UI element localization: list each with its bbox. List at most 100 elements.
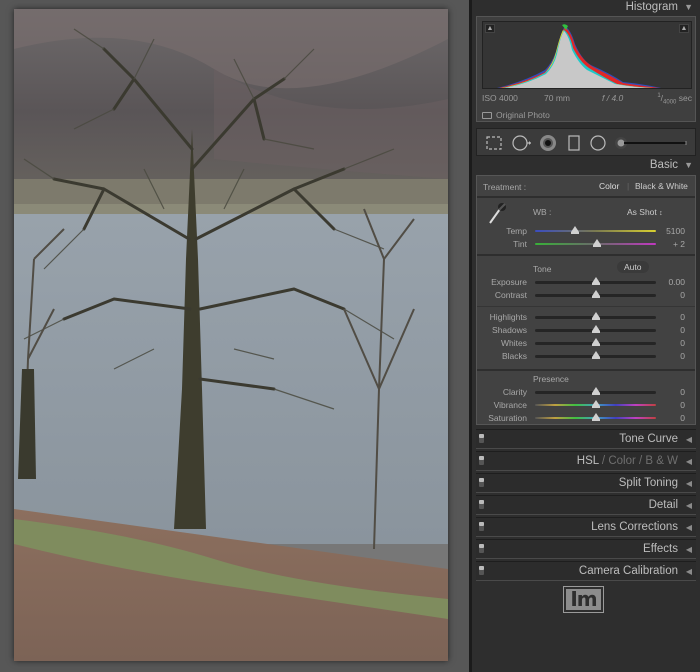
- panel-enable-switch-icon[interactable]: [479, 478, 484, 487]
- blacks-value[interactable]: 0: [657, 351, 685, 361]
- exposure-slider-thumb[interactable]: [591, 277, 600, 285]
- temp-slider[interactable]: [535, 226, 656, 234]
- clarity-value[interactable]: 0: [657, 387, 685, 397]
- spot-removal-icon[interactable]: [511, 134, 533, 152]
- original-photo-checkbox[interactable]: [482, 111, 492, 119]
- crop-overlay-icon[interactable]: [485, 134, 503, 152]
- shadows-label: Shadows: [492, 325, 527, 335]
- hsl-tab-3: /: [635, 455, 646, 467]
- develop-right-panel: Histogram ▼ ▲ ▲ ISO 4000 70 mm f / 4.0 1…: [472, 0, 700, 672]
- whites-slider-thumb[interactable]: [591, 338, 600, 346]
- panel-title: Split Toning: [618, 477, 678, 489]
- expand-triangle-icon[interactable]: ◀: [686, 567, 692, 576]
- panel-hsl-color-bw[interactable]: HSL / Color / B & W ◀: [476, 451, 696, 471]
- tint-value[interactable]: + 2: [657, 239, 685, 249]
- vibrance-slider-thumb[interactable]: [591, 400, 600, 408]
- panel-enable-switch-icon[interactable]: [479, 500, 484, 509]
- panel-detail[interactable]: Detail ◀: [476, 495, 696, 515]
- temp-slider-thumb[interactable]: [570, 226, 579, 234]
- blacks-label: Blacks: [501, 351, 527, 361]
- highlights-value[interactable]: 0: [657, 312, 685, 322]
- panel-split-toning[interactable]: Split Toning ◀: [476, 473, 696, 493]
- red-eye-correction-icon[interactable]: [539, 134, 557, 152]
- exposure-value[interactable]: 0.00: [657, 277, 685, 287]
- vibrance-slider[interactable]: [535, 400, 656, 408]
- blacks-slider[interactable]: [535, 351, 656, 359]
- whites-slider[interactable]: [535, 338, 656, 346]
- highlights-slider-thumb[interactable]: [591, 312, 600, 320]
- collapse-triangle-icon[interactable]: ▼: [684, 158, 693, 173]
- radial-filter-icon[interactable]: [589, 134, 607, 152]
- photo-canvas[interactable]: [0, 0, 469, 672]
- panel-enable-switch-icon[interactable]: [479, 456, 484, 465]
- contrast-slider[interactable]: [535, 290, 656, 298]
- focal-length-value: 70 mm: [544, 93, 570, 103]
- highlights-slider[interactable]: [535, 312, 656, 320]
- temp-value[interactable]: 5100: [657, 226, 685, 236]
- basic-title: Basic: [649, 159, 678, 171]
- auto-tone-button[interactable]: Auto: [617, 261, 649, 273]
- shadows-value[interactable]: 0: [657, 325, 685, 335]
- expand-triangle-icon[interactable]: ◀: [686, 501, 692, 510]
- histogram-graph: [497, 24, 661, 88]
- panel-title: Detail: [648, 499, 678, 511]
- wb-select[interactable]: As Shot ↕: [627, 207, 663, 217]
- original-photo-toggle[interactable]: Original Photo: [482, 110, 550, 120]
- panel-enable-switch-icon[interactable]: [479, 566, 484, 575]
- exposure-slider[interactable]: [535, 277, 656, 285]
- shadows-slider-thumb[interactable]: [591, 325, 600, 333]
- exposure-label: Exposure: [491, 277, 527, 287]
- panel-title: Lens Corrections: [591, 521, 678, 533]
- hsl-tab-2[interactable]: Color: [608, 455, 635, 467]
- vibrance-value[interactable]: 0: [657, 400, 685, 410]
- saturation-label: Saturation: [488, 413, 527, 423]
- divider: [477, 254, 695, 256]
- treatment-bw-button[interactable]: Black & White: [635, 181, 688, 191]
- panel-lens-corrections[interactable]: Lens Corrections ◀: [476, 517, 696, 537]
- im-logo: Im: [563, 586, 604, 613]
- tint-slider-thumb[interactable]: [592, 239, 601, 247]
- tint-slider[interactable]: [535, 239, 656, 247]
- panel-enable-switch-icon[interactable]: [479, 522, 484, 531]
- hsl-tab-4[interactable]: B & W: [645, 455, 678, 467]
- histogram-title: Histogram: [625, 1, 678, 13]
- whites-label: Whites: [501, 338, 527, 348]
- clarity-slider[interactable]: [535, 387, 656, 395]
- expand-triangle-icon[interactable]: ◀: [686, 545, 692, 554]
- histogram-header[interactable]: Histogram ▼: [472, 0, 700, 16]
- panel-effects[interactable]: Effects ◀: [476, 539, 696, 559]
- contrast-value[interactable]: 0: [657, 290, 685, 300]
- treatment-color-button[interactable]: Color: [599, 181, 619, 191]
- white-balance-eyedropper-icon[interactable]: [487, 201, 509, 225]
- saturation-slider-thumb[interactable]: [591, 413, 600, 421]
- expand-triangle-icon[interactable]: ◀: [686, 479, 692, 488]
- panel-camera-calibration[interactable]: Camera Calibration ◀: [476, 561, 696, 581]
- wb-label: WB :: [533, 207, 552, 217]
- shadows-slider[interactable]: [535, 325, 656, 333]
- collapse-triangle-icon[interactable]: ▼: [684, 0, 693, 15]
- saturation-slider[interactable]: [535, 413, 656, 421]
- saturation-value[interactable]: 0: [657, 413, 685, 423]
- contrast-slider-thumb[interactable]: [591, 290, 600, 298]
- panel-enable-switch-icon[interactable]: [479, 544, 484, 553]
- panel-enable-switch-icon[interactable]: [479, 434, 484, 443]
- expand-triangle-icon[interactable]: ◀: [686, 523, 692, 532]
- photo-preview[interactable]: [14, 9, 448, 661]
- blacks-slider-thumb[interactable]: [591, 351, 600, 359]
- adjustment-brush-icon[interactable]: [614, 134, 690, 152]
- treatment-label: Treatment :: [483, 182, 527, 192]
- panel-tone-curve[interactable]: Tone Curve ◀: [476, 429, 696, 449]
- hsl-tab-0[interactable]: HSL: [577, 455, 599, 467]
- panel-title: Effects: [643, 543, 678, 555]
- exif-info: ISO 4000 70 mm f / 4.0 1/4000 sec: [482, 93, 692, 106]
- histogram-plot[interactable]: ▲ ▲: [482, 21, 692, 89]
- clarity-slider-thumb[interactable]: [591, 387, 600, 395]
- tool-strip: [476, 128, 696, 156]
- expand-triangle-icon[interactable]: ◀: [686, 457, 692, 466]
- basic-header[interactable]: Basic ▼: [472, 158, 700, 174]
- graduated-filter-icon[interactable]: [565, 134, 583, 152]
- divider: [477, 369, 695, 371]
- clarity-label: Clarity: [502, 387, 527, 397]
- expand-triangle-icon[interactable]: ◀: [686, 435, 692, 444]
- whites-value[interactable]: 0: [657, 338, 685, 348]
